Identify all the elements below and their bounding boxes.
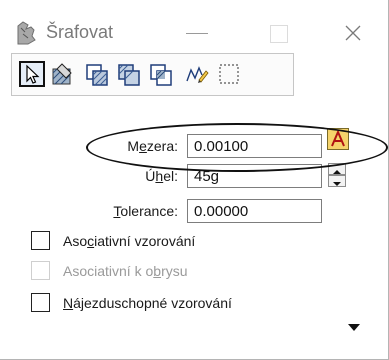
intersection-hatch-icon xyxy=(150,64,172,86)
associative-boundary-checkbox[interactable] xyxy=(31,261,50,280)
associative-boundary-label: Asociativní k obrysu xyxy=(63,263,188,279)
flood-hatch-icon xyxy=(52,63,72,85)
associative-pattern-checkbox[interactable] xyxy=(31,231,50,250)
tool-fence[interactable] xyxy=(216,61,242,87)
hatch-toolbar xyxy=(11,53,294,96)
tool-pointer[interactable] xyxy=(19,61,45,87)
arrow-down-icon xyxy=(333,182,341,186)
difference-hatch-icon xyxy=(186,66,209,83)
tolerance-label: Tolerance: xyxy=(113,203,178,219)
snappable-pattern-checkbox[interactable] xyxy=(31,293,50,312)
snappable-pattern-label: Nájezduschopné vzorování xyxy=(63,295,232,311)
maximize-button[interactable] xyxy=(270,25,288,43)
tool-element-hatch[interactable] xyxy=(84,61,110,87)
element-hatch-icon xyxy=(86,64,108,86)
associative-pattern-label: Asociativní vzorování xyxy=(63,233,196,249)
minimize-button[interactable] xyxy=(186,33,208,34)
app-icon xyxy=(17,21,36,45)
tool-intersection-hatch[interactable] xyxy=(148,61,174,87)
union-hatch-icon xyxy=(118,64,140,86)
tolerance-input[interactable] xyxy=(187,199,322,223)
expand-arrow-icon[interactable] xyxy=(348,324,360,331)
window-title: Šrafovat xyxy=(46,22,114,42)
pointer-icon xyxy=(26,64,40,84)
hatch-dialog: Šrafovat Mezera: 0.00100 Úhel: 45g Toler… xyxy=(0,0,389,360)
close-button[interactable] xyxy=(340,20,366,46)
angle-spin-down[interactable] xyxy=(328,175,346,187)
highlight-ellipse xyxy=(86,123,388,172)
tool-union-hatch[interactable] xyxy=(116,61,142,87)
tool-difference-hatch[interactable] xyxy=(184,61,210,87)
tool-flood-hatch[interactable] xyxy=(50,61,76,87)
angle-label: Úhel: xyxy=(145,168,178,184)
fence-dashed-icon xyxy=(219,64,239,84)
